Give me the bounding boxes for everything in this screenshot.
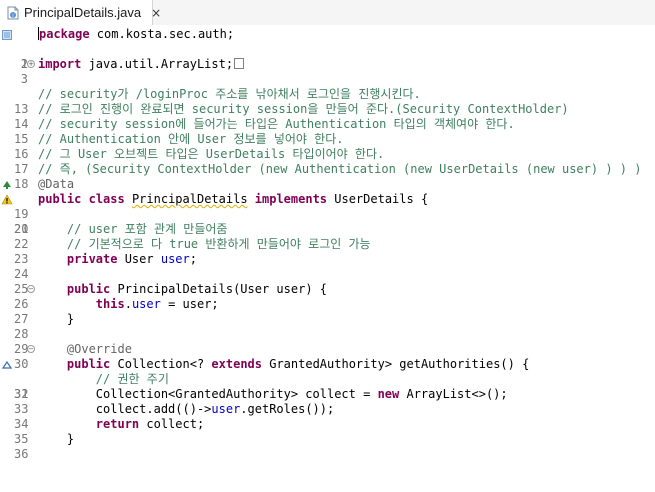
- code-line: 26 − public PrincipalDetails(User user) …: [0, 282, 655, 311]
- comment-text: // 그 User 오브젝트 타입은 UserDetails 타입이어야 한다.: [38, 147, 385, 161]
- tab-principal-details[interactable]: J PrincipalDetails.java ×: [0, 0, 161, 25]
- code-line: 3 + import java.util.ArrayList;: [0, 57, 655, 86]
- code-line: 36 }: [0, 432, 655, 461]
- code-text: collect.add(()->user.getRoles());: [38, 402, 335, 416]
- comment-text: // security가 /loginProc 주소를 낚아채서 로그인을 진행…: [38, 87, 421, 101]
- code-text: public Collection<? extends GrantedAutho…: [66, 357, 530, 371]
- code-line: 25: [0, 267, 655, 296]
- line-number: 36: [14, 447, 29, 461]
- code-line: 1 package com.kosta.sec.auth;: [0, 27, 655, 71]
- code-text: }: [38, 432, 75, 446]
- code-line: 22 // user 포함 관계 만들어줌: [0, 222, 655, 251]
- code-line: 33 Collection<GrantedAuthority> collect …: [0, 387, 655, 416]
- code-text: }: [38, 312, 75, 326]
- comment-text: // 로그인 진행이 완료되면 security session을 만들어 준다…: [38, 102, 569, 116]
- annotation-text: @Data: [38, 177, 75, 191]
- code-editor[interactable]: 1 package com.kosta.sec.auth; 2 3 + impo…: [0, 25, 655, 461]
- code-line: 34 collect.add(()->user.getRoles());: [0, 402, 655, 431]
- code-line: 31 public Collection<? extends GrantedAu…: [0, 357, 655, 401]
- code-line: 20 public class PrincipalDetails impleme…: [0, 192, 655, 236]
- comment-text: // Authentication 안에 User 정보를 넣어야 한다.: [38, 132, 344, 146]
- comment-text: // user 포함 관계 만들어줌: [38, 222, 228, 236]
- code-line: 19 @Data: [0, 177, 655, 221]
- code-line: 18 // 즉, (Security ContextHolder (new Au…: [0, 162, 655, 191]
- override-triangle-icon: [1, 357, 13, 372]
- code-text: return collect;: [95, 417, 205, 431]
- code-text: public class PrincipalDetails implements…: [38, 192, 429, 206]
- comment-text: // 권한 주기: [38, 372, 169, 386]
- code-line: 29: [0, 327, 655, 356]
- code-text: package com.kosta.sec.auth;: [38, 27, 235, 41]
- code-line: 35 return collect;: [0, 417, 655, 446]
- fold-collapse-icon[interactable]: −: [27, 285, 35, 293]
- code-line: 15 // security session에 들어가는 타입은 Authent…: [0, 117, 655, 146]
- comment-text: // 즉, (Security ContextHolder (new Authe…: [38, 162, 642, 176]
- comment-text: // security session에 들어가는 타입은 Authentica…: [38, 117, 515, 131]
- code-line: 32 // 권한 주기: [0, 372, 655, 401]
- fold-expand-icon[interactable]: +: [27, 60, 35, 68]
- code-line: 28 }: [0, 312, 655, 341]
- code-line: 23 // 기본적으로 다 true 반환하게 만들어야 로그인 가능: [0, 237, 655, 266]
- comment-text: // 기본적으로 다 true 반환하게 만들어야 로그인 가능: [38, 237, 371, 251]
- close-icon[interactable]: ×: [151, 7, 161, 19]
- bookmark-icon: [1, 27, 13, 42]
- java-file-icon: J: [6, 6, 20, 20]
- editor-tab-bar: J PrincipalDetails.java ×: [0, 0, 655, 26]
- annotation-text: @Override: [38, 342, 132, 356]
- code-text: Collection<GrantedAuthority> collect = n…: [38, 387, 508, 401]
- collapsed-imports-icon[interactable]: [234, 58, 245, 69]
- code-text: this.user = user;: [95, 297, 219, 311]
- svg-text:J: J: [11, 13, 13, 19]
- code-line: 17 // 그 User 오브젝트 타입은 UserDetails 타입이어야 …: [0, 147, 655, 176]
- tab-label: PrincipalDetails.java: [24, 5, 142, 20]
- code-text: import java.util.ArrayList;: [38, 57, 245, 72]
- code-line: 14 // 로그인 진행이 완료되면 security session을 만들어…: [0, 102, 655, 131]
- code-line: 2: [0, 42, 655, 71]
- code-line: 21: [0, 207, 655, 236]
- code-line: 16 // Authentication 안에 User 정보를 넣어야 한다.: [0, 132, 655, 161]
- code-line: 24 private User user;: [0, 252, 655, 281]
- fold-collapse-icon[interactable]: −: [27, 345, 35, 353]
- code-line: 13 // security가 /loginProc 주소를 낚아채서 로그인을…: [0, 87, 655, 116]
- code-line: 27 this.user = user;: [0, 297, 655, 326]
- warning-icon: [1, 192, 13, 207]
- override-up-arrow-icon: [1, 177, 13, 192]
- code-text: public PrincipalDetails(User user) {: [66, 282, 328, 296]
- code-text: private User user;: [66, 252, 197, 266]
- line-number: 3: [20, 72, 28, 86]
- code-line: 30 − @Override: [0, 342, 655, 371]
